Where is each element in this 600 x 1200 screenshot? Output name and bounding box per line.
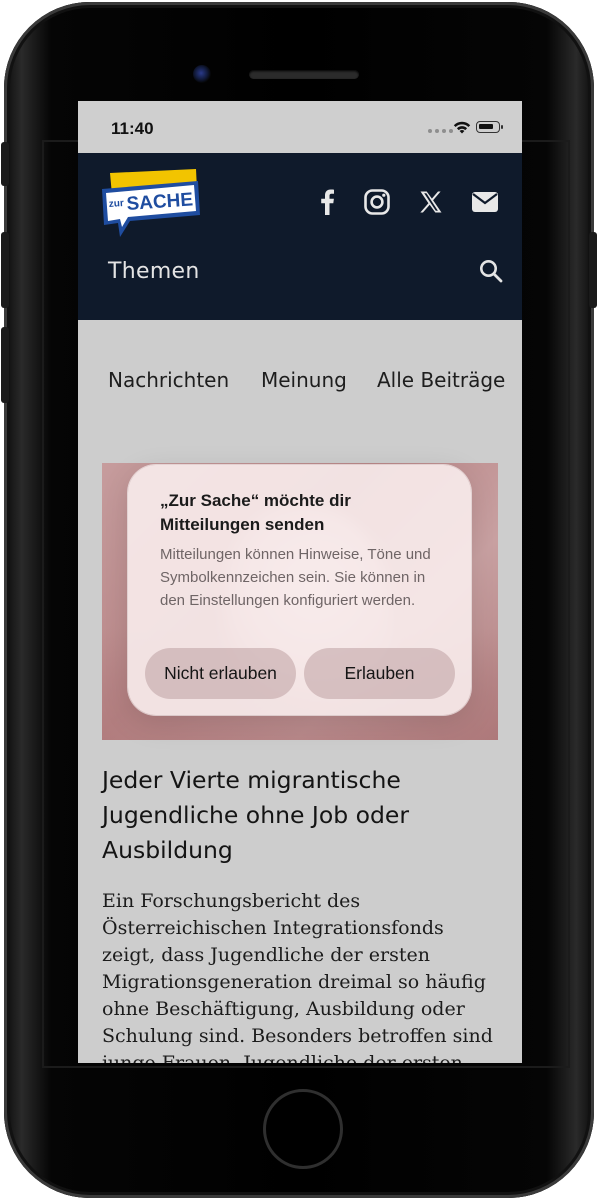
tab-nachrichten[interactable]: Nachrichten: [108, 368, 229, 392]
search-icon[interactable]: [478, 258, 504, 284]
facebook-icon[interactable]: [312, 187, 342, 217]
status-bar: 11:40: [78, 101, 522, 153]
front-camera: [193, 65, 211, 83]
volume-down-button: [1, 327, 9, 403]
menu-themen[interactable]: Themen: [108, 259, 200, 284]
power-button: [589, 232, 597, 308]
earpiece-speaker: [249, 70, 359, 79]
main-content: Nachrichten Meinung Alle Beiträge „Zur S…: [78, 320, 522, 1063]
mail-icon[interactable]: [470, 187, 500, 217]
article-headline[interactable]: Jeder Vierte migrantische Jugendliche oh…: [102, 763, 502, 868]
category-tabs: Nachrichten Meinung Alle Beiträge: [78, 368, 522, 398]
screen: 11:40 zur SACHE Themen Nachrichten Meinu…: [78, 101, 522, 1063]
deny-button[interactable]: Nicht erlauben: [145, 648, 296, 699]
battery-icon: [476, 121, 503, 133]
dialog-message: Mitteilungen können Hinweise, Töne und S…: [160, 546, 431, 609]
home-button[interactable]: [263, 1089, 343, 1169]
site-header: zur SACHE Themen: [78, 153, 522, 320]
zur-sache-logo[interactable]: zur SACHE: [100, 167, 204, 239]
tab-alle-beitraege[interactable]: Alle Beiträge: [377, 368, 505, 392]
cellular-signal-icon: [428, 129, 453, 133]
notification-permission-dialog: „Zur Sache“ möchte dir Mitteilungen send…: [128, 465, 471, 715]
allow-button[interactable]: Erlauben: [304, 648, 455, 699]
article-text: Ein Forschungsbericht des Österreichisch…: [102, 890, 493, 1063]
volume-up-button: [1, 232, 9, 308]
x-icon[interactable]: [416, 187, 446, 217]
mute-switch: [1, 142, 9, 186]
wifi-icon: [453, 121, 471, 134]
tab-meinung[interactable]: Meinung: [261, 368, 347, 392]
status-time: 11:40: [111, 119, 154, 138]
logo-small-text: zur: [108, 198, 124, 210]
instagram-icon[interactable]: [362, 187, 392, 217]
dialog-title: „Zur Sache“ möchte dir Mitteilungen send…: [160, 491, 351, 534]
